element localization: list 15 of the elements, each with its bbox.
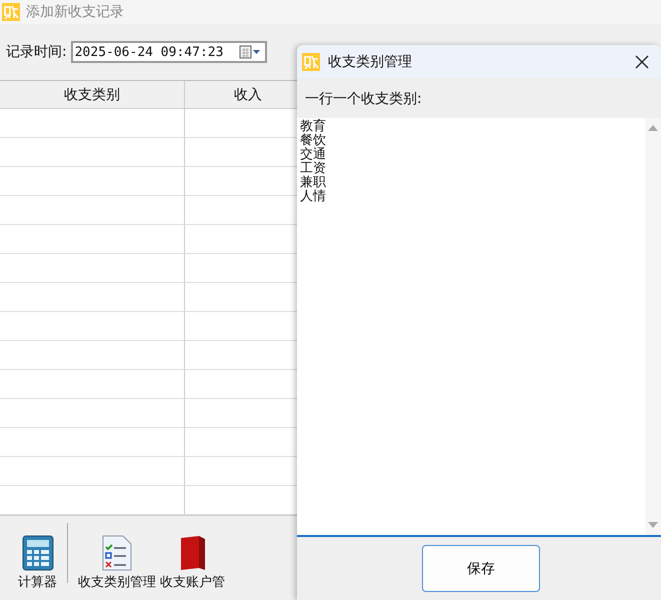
close-icon[interactable] <box>635 54 649 68</box>
prompt-label: 一行一个收支类别: <box>304 90 423 106</box>
calculator-tool-button[interactable]: 计算器 <box>18 535 57 591</box>
calculator-icon <box>22 535 54 571</box>
save-button[interactable]: 保存 <box>422 545 540 592</box>
calendar-dropdown-icon[interactable] <box>238 45 261 59</box>
window-title: 添加新收支记录 <box>26 3 124 21</box>
datetime-field[interactable]: 2025-06-24 09:47:23 <box>70 41 267 63</box>
record-time-label: 记录时间: <box>6 43 67 61</box>
dialog-title: 收支类别管理 <box>328 52 413 70</box>
app-logo-icon <box>302 52 320 70</box>
account-tool-button[interactable]: 收支账户管 <box>160 535 225 591</box>
column-header[interactable]: 收支类别 <box>0 81 185 108</box>
category-tool-button[interactable]: 收支类别管理 <box>78 535 156 591</box>
checklist-icon <box>101 535 133 571</box>
